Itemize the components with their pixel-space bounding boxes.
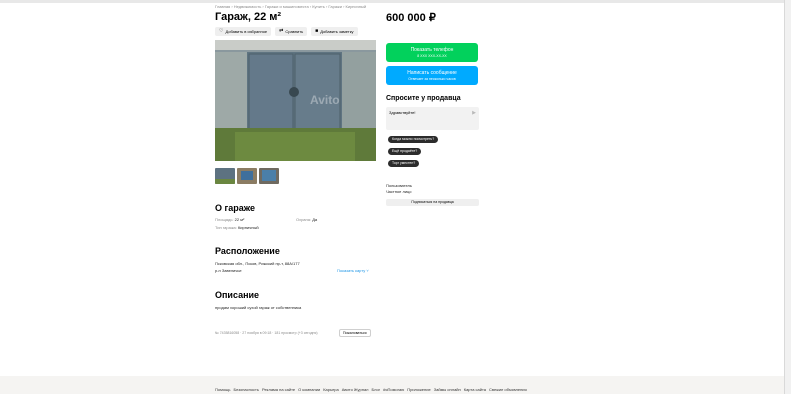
location-title: Расположение xyxy=(215,246,280,256)
show-phone-label: Показать телефон xyxy=(410,47,454,53)
listing-page: Главная › Недвижимость › Гаражи и машино… xyxy=(0,0,785,376)
message-input[interactable]: Здравствуйте! ▶ xyxy=(386,107,479,130)
breadcrumb[interactable]: Главная › Недвижимость › Гаражи и машино… xyxy=(215,4,366,9)
send-icon[interactable]: ▶ xyxy=(472,110,476,116)
response-time: Отвечает за несколько часов xyxy=(408,77,456,81)
garage-type-label: Тип гаража: xyxy=(215,225,237,230)
note-label: Добавить заметку xyxy=(320,29,354,34)
phone-mask: 8 XXX XXX-XX-XX xyxy=(417,54,447,58)
garage-photo-image: Avito xyxy=(215,40,376,161)
report-button[interactable]: Пожаловаться xyxy=(339,329,371,337)
footer-link[interactable]: О компании xyxy=(298,387,320,392)
footer-link[interactable]: Реклама на сайте xyxy=(262,387,295,392)
footer-link[interactable]: Блог xyxy=(372,387,381,392)
footer-link[interactable]: Приложение xyxy=(407,387,430,392)
compare-button[interactable]: ⇄ Сравнить xyxy=(275,27,308,36)
main-photo[interactable]: Avito xyxy=(215,40,376,161)
chevron-down-icon: ˅ xyxy=(366,268,369,273)
footer-link[interactable]: Займы онлайн xyxy=(434,387,461,392)
ask-seller-title: Спросите у продавца xyxy=(386,95,461,102)
footer-link[interactable]: Свежие объявления xyxy=(489,387,527,392)
compare-label: Сравнить xyxy=(285,29,304,34)
footer-link[interactable]: Помощь xyxy=(215,387,230,392)
compare-icon: ⇄ xyxy=(279,28,284,34)
address: Псковская обл., Псков, Рижский пр-т, 88А… xyxy=(215,261,300,266)
listing-meta: № 7435816058 · 27 ноября в 09:18 · 181 п… xyxy=(215,331,318,335)
add-note-button[interactable]: ■ Добавить заметку xyxy=(311,27,358,36)
description-title: Описание xyxy=(215,290,260,300)
thumbnail-2[interactable] xyxy=(237,168,257,184)
subscribe-button[interactable]: Подписаться на продавца xyxy=(386,199,479,206)
add-to-favorites-button[interactable]: ♡ Добавить в избранное xyxy=(215,27,272,36)
thumbnail-1[interactable] xyxy=(215,168,235,184)
favorites-label: Добавить в избранное xyxy=(225,29,268,34)
scrollbar[interactable] xyxy=(784,0,791,394)
photo-thumbnails xyxy=(215,168,279,184)
write-message-label: Написать сообщение xyxy=(407,70,457,76)
garage-type-value: Кирпичный xyxy=(237,225,259,230)
quick-question-chip[interactable]: Торг уместен? xyxy=(388,160,420,167)
show-map-link[interactable]: Показать карту ˅ xyxy=(337,268,369,273)
footer-link[interactable]: Безопасность xyxy=(233,387,259,392)
show-phone-button[interactable]: Показать телефон 8 XXX XXX-XX-XX xyxy=(386,43,478,62)
seller-type: Частное лицо xyxy=(386,189,412,194)
note-icon: ■ xyxy=(315,28,319,34)
description-text: продам хороший сухой гараж от собственни… xyxy=(215,305,302,310)
top-border xyxy=(0,0,785,3)
quick-question-chip[interactable]: Ещё продаёте? xyxy=(388,148,422,155)
security-label: Охрана: xyxy=(296,217,312,222)
seller-name[interactable]: Пользователь xyxy=(386,183,412,188)
district: р-н Завеличье xyxy=(215,268,242,273)
area-label: Площадь: xyxy=(215,217,234,222)
about-title: О гараже xyxy=(215,203,256,213)
thumbnail-3[interactable] xyxy=(259,168,279,184)
footer-links: Помощь Безопасность Реклама на сайте О к… xyxy=(215,387,527,392)
garage-type-row: Тип гаража: Кирпичный xyxy=(215,225,259,230)
page-title: Гараж, 22 м² xyxy=(215,11,282,23)
area-value: 22 м² xyxy=(234,217,245,222)
footer-link[interactable]: Карта сайта xyxy=(464,387,486,392)
svg-text:Avito: Avito xyxy=(310,93,340,107)
write-message-button[interactable]: Написать сообщение Отвечает за несколько… xyxy=(386,66,478,85)
message-text: Здравствуйте! xyxy=(389,110,416,115)
security-row: Охрана: Да xyxy=(296,217,317,222)
quick-question-chip[interactable]: Когда можно посмотреть? xyxy=(388,136,439,143)
footer-link[interactable]: Авито Журнал xyxy=(342,387,369,392)
area-row: Площадь: 22 м² xyxy=(215,217,244,222)
heart-icon: ♡ xyxy=(219,28,224,34)
price: 600 000 ₽ xyxy=(386,12,436,24)
security-value: Да xyxy=(312,217,318,222)
listing-actions: ♡ Добавить в избранное ⇄ Сравнить ■ Доба… xyxy=(215,27,358,36)
footer-link[interactable]: Карьера xyxy=(323,387,339,392)
footer-link[interactable]: #яПомогаю xyxy=(383,387,404,392)
show-map-label: Показать карту xyxy=(337,268,366,273)
